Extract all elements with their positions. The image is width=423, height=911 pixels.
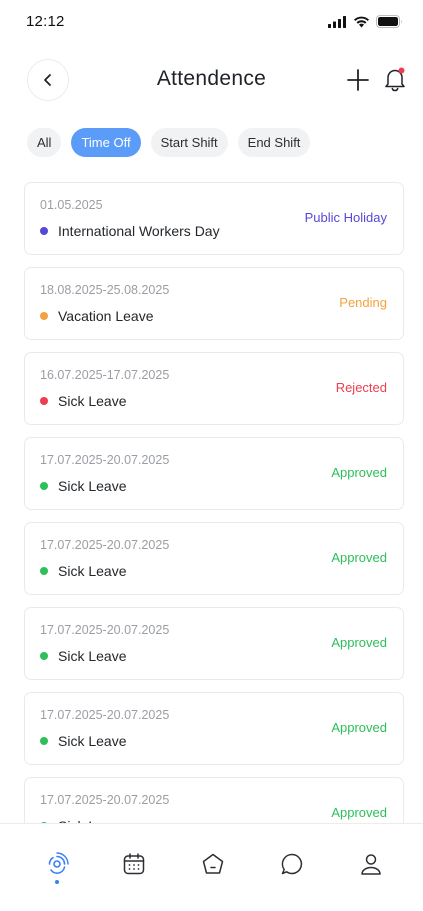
notifications-button[interactable] <box>382 66 408 94</box>
nav-attendance[interactable] <box>43 850 71 878</box>
battery-icon <box>376 15 402 28</box>
status-time: 12:12 <box>26 13 65 30</box>
status-dot <box>40 652 48 660</box>
record-date: 01.05.2025 <box>40 198 103 212</box>
record-date: 17.07.2025-20.07.2025 <box>40 453 170 467</box>
signal-icon <box>328 15 346 28</box>
nav-home[interactable] <box>199 850 227 878</box>
attendance-icon <box>48 852 69 874</box>
record-date: 18.08.2025-25.08.2025 <box>40 283 170 297</box>
status-badge: Approved <box>331 805 387 820</box>
record-date: 17.07.2025-20.07.2025 <box>40 538 170 552</box>
add-button[interactable] <box>345 67 371 93</box>
list-item[interactable]: 17.07.2025-20.07.2025 Sick Leave Approve… <box>24 777 404 823</box>
bottom-nav <box>0 823 423 911</box>
record-type: Vacation Leave <box>58 308 154 324</box>
status-bar: 12:12 <box>0 0 423 46</box>
calendar-icon <box>123 853 145 875</box>
filter-time-off[interactable]: Time Off <box>71 128 141 157</box>
header: Attendence <box>0 56 423 106</box>
home-icon <box>202 853 224 874</box>
list-item[interactable]: 18.08.2025-25.08.2025 Vacation Leave Pen… <box>24 267 404 340</box>
status-dot <box>40 737 48 745</box>
status-badge: Public Holiday <box>304 210 387 225</box>
status-dot <box>40 482 48 490</box>
filter-end-shift[interactable]: End Shift <box>237 128 311 157</box>
status-badge: Pending <box>339 295 387 310</box>
record-type: Sick Leave <box>58 648 127 664</box>
record-type: Sick Leave <box>58 563 127 579</box>
status-dot <box>40 227 48 235</box>
status-icons <box>328 15 403 28</box>
profile-icon <box>361 854 381 875</box>
list-item[interactable]: 17.07.2025-20.07.2025 Sick Leave Approve… <box>24 522 404 595</box>
list-item[interactable]: 17.07.2025-20.07.2025 Sick Leave Approve… <box>24 437 404 510</box>
list-item[interactable]: 16.07.2025-17.07.2025 Sick Leave Rejecte… <box>24 352 404 425</box>
list-item[interactable]: 17.07.2025-20.07.2025 Sick Leave Approve… <box>24 607 404 680</box>
status-dot <box>40 397 48 405</box>
record-date: 17.07.2025-20.07.2025 <box>40 623 170 637</box>
status-badge: Approved <box>331 635 387 650</box>
status-badge: Approved <box>331 465 387 480</box>
nav-profile[interactable] <box>357 850 385 878</box>
record-date: 16.07.2025-17.07.2025 <box>40 368 170 382</box>
bell-icon <box>385 67 405 92</box>
status-badge: Approved <box>331 550 387 565</box>
nav-chat[interactable] <box>278 850 306 878</box>
nav-active-indicator <box>55 880 59 884</box>
record-date: 17.07.2025-20.07.2025 <box>40 708 170 722</box>
nav-calendar[interactable] <box>120 850 148 878</box>
status-dot <box>40 567 48 575</box>
record-type: Sick Leave <box>58 733 127 749</box>
notification-dot <box>398 67 405 74</box>
list-item[interactable]: 17.07.2025-20.07.2025 Sick Leave Approve… <box>24 692 404 765</box>
filter-all[interactable]: All <box>27 128 62 157</box>
time-off-list[interactable]: 01.05.2025 International Workers Day Pub… <box>24 182 404 823</box>
status-badge: Rejected <box>335 380 387 395</box>
status-badge: Approved <box>331 720 387 735</box>
filter-start-shift[interactable]: Start Shift <box>150 128 228 157</box>
chat-icon <box>281 853 303 875</box>
record-type: Sick Leave <box>58 393 127 409</box>
list-item[interactable]: 01.05.2025 International Workers Day Pub… <box>24 182 404 255</box>
record-type: International Workers Day <box>58 223 220 239</box>
record-type: Sick Leave <box>58 478 127 494</box>
record-date: 17.07.2025-20.07.2025 <box>40 793 170 807</box>
plus-icon <box>347 69 369 91</box>
filter-tabs: All Time Off Start Shift End Shift <box>27 128 311 157</box>
wifi-icon <box>354 16 369 27</box>
status-dot <box>40 312 48 320</box>
